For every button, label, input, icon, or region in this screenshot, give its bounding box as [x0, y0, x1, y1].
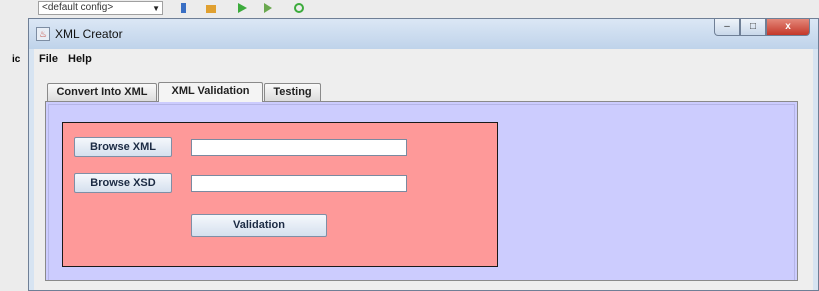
run-icon[interactable]: [236, 2, 248, 14]
background-ide-side-panel: ic: [0, 20, 28, 291]
maximize-button[interactable]: □: [740, 19, 766, 36]
browse-xsd-button[interactable]: Browse XSD: [74, 173, 172, 193]
background-ide-toolbar: <default config> ▼: [0, 0, 819, 20]
browse-xml-button[interactable]: Browse XML: [74, 137, 172, 157]
background-side-text: ic: [12, 54, 21, 65]
close-button[interactable]: x: [766, 19, 810, 36]
menu-file[interactable]: File: [39, 53, 58, 65]
menu-help[interactable]: Help: [68, 53, 92, 65]
tab-convert-into-xml[interactable]: Convert Into XML: [47, 83, 157, 101]
window-content: File Help Convert Into XML XML Validatio…: [34, 49, 813, 290]
window-title: XML Creator: [55, 27, 123, 41]
bookmark-icon[interactable]: [178, 2, 190, 14]
menu-bar: File Help: [34, 49, 813, 69]
xml-path-field[interactable]: [191, 139, 407, 156]
chevron-down-icon: ▼: [152, 4, 160, 13]
java-app-icon: ♨: [36, 27, 50, 41]
xml-validation-panel: Browse XML Browse XSD Validation: [45, 101, 798, 281]
window-controls: – □ x: [714, 19, 810, 37]
xsd-path-field[interactable]: [191, 175, 407, 192]
tab-testing[interactable]: Testing: [264, 83, 321, 101]
title-bar[interactable]: ♨ XML Creator – □ x: [29, 19, 818, 49]
background-config-combo[interactable]: <default config> ▼: [38, 1, 163, 15]
validation-form-panel: Browse XML Browse XSD Validation: [62, 122, 498, 267]
minimize-button[interactable]: –: [714, 19, 740, 36]
debug-icon[interactable]: [262, 2, 274, 14]
background-config-combo-text: <default config>: [42, 2, 114, 13]
validation-button[interactable]: Validation: [191, 214, 327, 237]
tab-xml-validation[interactable]: XML Validation: [158, 82, 263, 102]
xml-creator-window: ♨ XML Creator – □ x File Help Convert In…: [28, 18, 819, 291]
profile-icon[interactable]: [293, 2, 305, 14]
edit-icon[interactable]: [205, 2, 217, 14]
